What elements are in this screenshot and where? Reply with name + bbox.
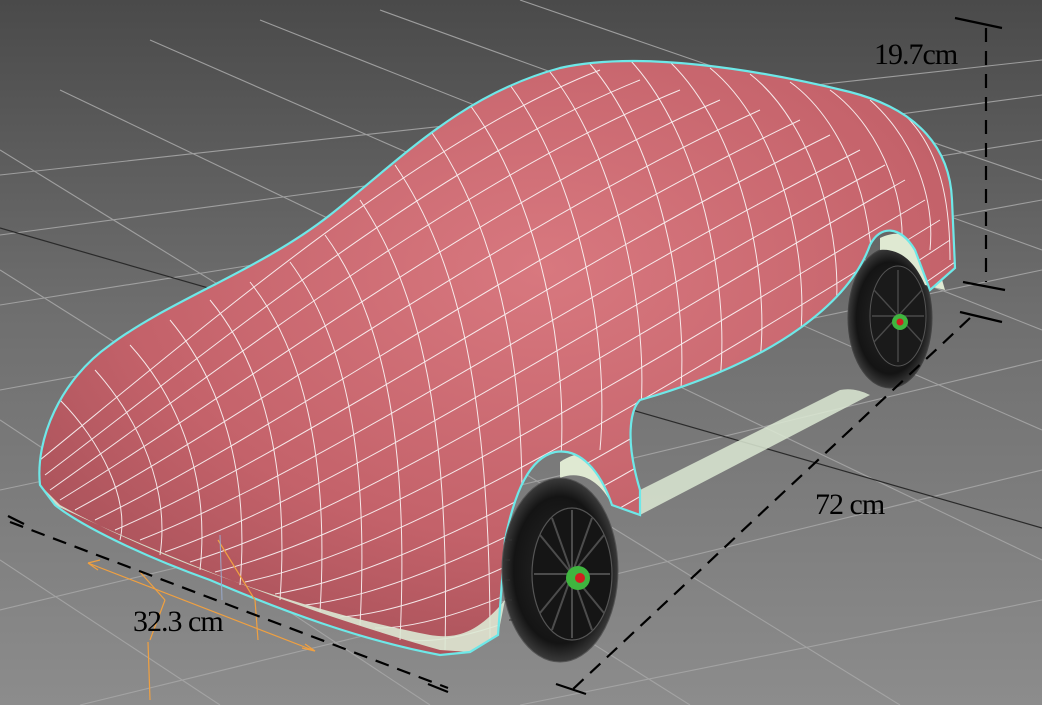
length-dimension-label: 72 cm — [815, 488, 885, 521]
width-dimension-label: 32.3 cm — [133, 605, 224, 638]
front-wheel[interactable] — [501, 477, 619, 663]
height-dimension-label: 19.7cm — [874, 38, 958, 71]
3d-viewport[interactable]: 19.7cm 72 cm 32.3 cm — [0, 0, 1042, 705]
viewport-scene[interactable] — [0, 0, 1042, 705]
